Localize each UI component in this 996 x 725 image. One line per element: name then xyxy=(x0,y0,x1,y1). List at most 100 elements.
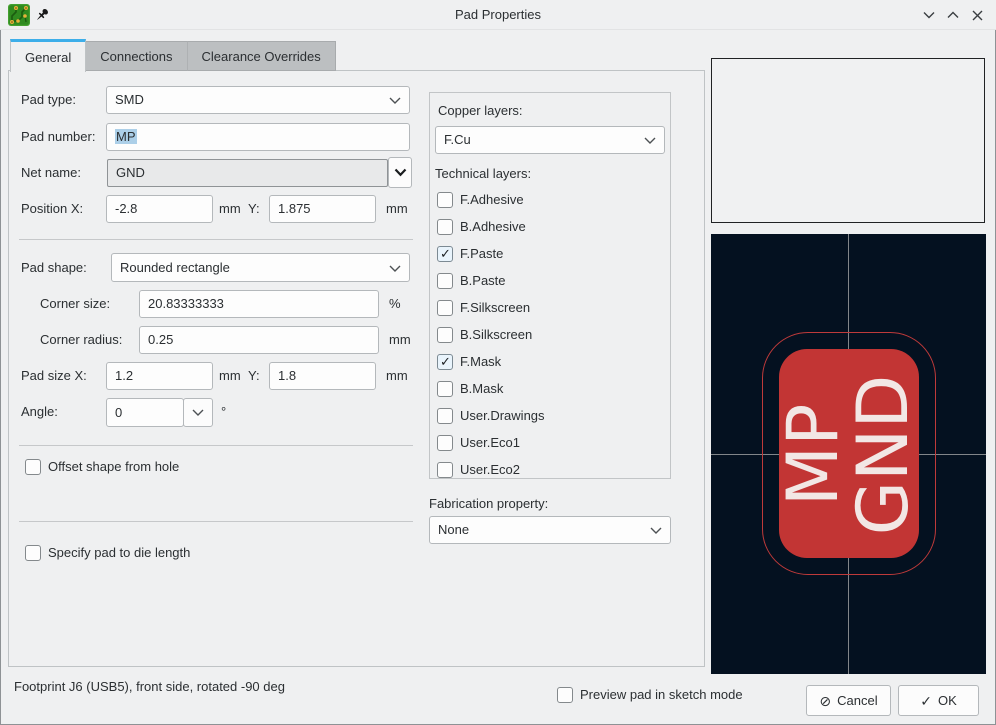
copper-layers-select[interactable]: F.Cu xyxy=(435,126,665,154)
parent-footprint-preview xyxy=(711,58,985,223)
layer-label-user-eco2: User.Eco2 xyxy=(460,462,520,478)
tab-connections-label: Connections xyxy=(100,49,172,64)
pad-net-preview-text: GND xyxy=(842,375,924,536)
maximize-button[interactable] xyxy=(944,6,962,24)
tab-general[interactable]: General xyxy=(10,39,86,72)
fabrication-property-select[interactable]: None xyxy=(429,516,671,544)
tab-general-label: General xyxy=(25,50,71,65)
pad-size-y-input[interactable]: 1.8 xyxy=(269,362,376,390)
pad-to-die-checkbox[interactable] xyxy=(25,545,41,561)
separator xyxy=(19,445,413,446)
layer-label-f-paste: F.Paste xyxy=(460,246,503,262)
corner-size-label: Corner size: xyxy=(40,290,110,318)
corner-radius-input[interactable]: 0.25 xyxy=(139,326,379,354)
pad-properties-dialog: { "window": { "title": "Pad Properties" … xyxy=(0,0,996,725)
chevron-down-icon xyxy=(394,168,407,177)
angle-label: Angle: xyxy=(21,398,58,426)
technical-layers-label: Technical layers: xyxy=(435,166,531,182)
chevron-down-icon xyxy=(192,409,204,417)
chevron-down-icon xyxy=(389,265,401,273)
checkbox-user-drawings[interactable] xyxy=(437,408,453,424)
corner-radius-unit: mm xyxy=(389,326,411,354)
pad-shape-label: Pad shape: xyxy=(21,254,87,282)
layer-label-user-eco1: User.Eco1 xyxy=(460,435,520,451)
layer-label-user-drawings: User.Drawings xyxy=(460,408,545,424)
ok-button[interactable]: ✓ OK xyxy=(898,685,979,716)
pad-size-y-unit: mm xyxy=(386,362,408,390)
corner-size-unit: % xyxy=(389,290,401,318)
position-x-value: -2.8 xyxy=(115,201,137,216)
checkbox-b-paste[interactable] xyxy=(437,273,453,289)
angle-dropdown-button[interactable] xyxy=(183,398,213,427)
checkbox-b-mask[interactable] xyxy=(437,381,453,397)
pad-type-value: SMD xyxy=(115,92,144,107)
checkbox-f-mask[interactable] xyxy=(437,354,453,370)
offset-shape-label: Offset shape from hole xyxy=(48,459,179,475)
pad-preview-canvas: MP GND xyxy=(711,234,986,674)
offset-shape-checkbox[interactable] xyxy=(25,459,41,475)
chevron-down-icon xyxy=(644,137,656,145)
pad-type-label: Pad type: xyxy=(21,86,76,114)
pad-type-select[interactable]: SMD xyxy=(106,86,410,114)
checkbox-f-paste[interactable] xyxy=(437,246,453,262)
layer-label-f-adhesive: F.Adhesive xyxy=(460,192,524,208)
tab-clearance-overrides-label: Clearance Overrides xyxy=(202,49,321,64)
pad-number-input[interactable]: MP xyxy=(106,123,410,151)
pad-size-y-label: Y: xyxy=(248,362,260,390)
position-x-input[interactable]: -2.8 xyxy=(106,195,213,223)
checkbox-b-adhesive[interactable] xyxy=(437,219,453,235)
ok-icon: ✓ xyxy=(920,694,932,708)
sketch-mode-checkbox[interactable] xyxy=(557,687,573,703)
position-y-value: 1.875 xyxy=(278,201,311,216)
net-name-value: GND xyxy=(116,165,145,180)
tab-clearance-overrides[interactable]: Clearance Overrides xyxy=(188,41,336,71)
angle-input[interactable]: 0 xyxy=(106,398,184,427)
pad-size-x-unit: mm xyxy=(219,362,241,390)
net-name-dropdown-button[interactable] xyxy=(388,157,412,188)
pad-shape-select[interactable]: Rounded rectangle xyxy=(111,253,410,282)
corner-size-input[interactable]: 20.83333333 xyxy=(139,290,379,318)
angle-value: 0 xyxy=(115,405,122,420)
pad-shape-value: Rounded rectangle xyxy=(120,260,230,275)
title-bar: Pad Properties xyxy=(0,0,996,30)
chevron-down-icon xyxy=(389,97,401,105)
tab-bar: General Connections Clearance Overrides xyxy=(10,38,336,71)
pad-size-x-input[interactable]: 1.2 xyxy=(106,362,213,390)
checkbox-user-eco2[interactable] xyxy=(437,462,453,478)
net-name-input[interactable]: GND xyxy=(107,159,388,187)
pad-size-y-value: 1.8 xyxy=(278,368,296,383)
layer-label-b-silkscreen: B.Silkscreen xyxy=(460,327,532,343)
pad-number-value: MP xyxy=(115,129,137,144)
close-icon[interactable] xyxy=(968,6,986,24)
layer-label-f-silkscreen: F.Silkscreen xyxy=(460,300,530,316)
angle-unit: ° xyxy=(221,398,226,426)
chevron-down-icon xyxy=(650,527,662,535)
sketch-mode-label: Preview pad in sketch mode xyxy=(580,687,743,703)
tab-connections[interactable]: Connections xyxy=(86,41,187,71)
cancel-button[interactable]: ⊘ Cancel xyxy=(806,685,891,716)
separator xyxy=(19,521,413,522)
net-name-label: Net name: xyxy=(21,159,81,187)
cancel-button-label: Cancel xyxy=(837,693,877,708)
separator xyxy=(19,239,413,240)
checkbox-f-adhesive[interactable] xyxy=(437,192,453,208)
position-label: Position X: xyxy=(21,195,83,223)
corner-radius-label: Corner radius: xyxy=(40,326,122,354)
shade-button[interactable] xyxy=(920,6,938,24)
layer-label-b-paste: B.Paste xyxy=(460,273,506,289)
cancel-icon: ⊘ xyxy=(819,694,831,708)
pad-size-label: Pad size X: xyxy=(21,362,87,390)
pad-number-label: Pad number: xyxy=(21,123,95,151)
copper-layers-label: Copper layers: xyxy=(438,103,523,119)
corner-size-value: 20.83333333 xyxy=(148,296,224,311)
position-y-input[interactable]: 1.875 xyxy=(269,195,376,223)
fabrication-property-label: Fabrication property: xyxy=(429,496,548,512)
checkbox-user-eco1[interactable] xyxy=(437,435,453,451)
checkbox-b-silkscreen[interactable] xyxy=(437,327,453,343)
layer-label-f-mask: F.Mask xyxy=(460,354,501,370)
layer-label-b-mask: B.Mask xyxy=(460,381,503,397)
ok-button-label: OK xyxy=(938,693,957,708)
status-text: Footprint J6 (USB5), front side, rotated… xyxy=(14,679,285,695)
layer-label-b-adhesive: B.Adhesive xyxy=(460,219,526,235)
checkbox-f-silkscreen[interactable] xyxy=(437,300,453,316)
